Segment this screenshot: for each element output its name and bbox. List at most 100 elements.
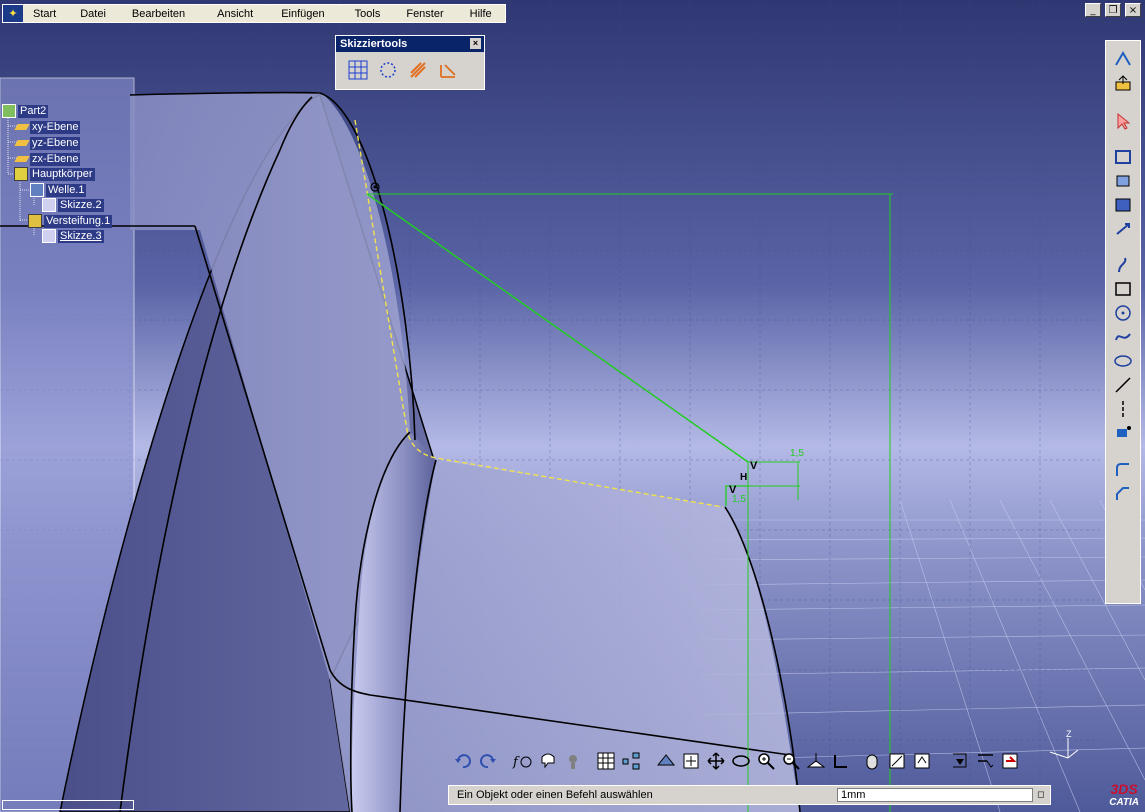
stiffener-icon <box>28 214 42 228</box>
rectangle-icon[interactable] <box>1111 195 1135 215</box>
dimensional-constraint-icon[interactable] <box>436 58 460 82</box>
sketch-icon <box>42 229 56 243</box>
zoom-out-icon[interactable] <box>780 750 802 772</box>
cut-part-icon[interactable] <box>1111 147 1135 167</box>
constraint-label-vertical-2[interactable]: V <box>729 484 736 496</box>
grid-snap-icon[interactable] <box>975 750 997 772</box>
tree-node-welle[interactable]: Welle.1 <box>30 183 87 197</box>
project-3d-icon[interactable] <box>1111 459 1135 479</box>
hide-show-icon[interactable] <box>886 750 908 772</box>
profile-icon[interactable] <box>1111 171 1135 191</box>
construction-icon[interactable] <box>1000 750 1022 772</box>
command-input[interactable] <box>837 788 1033 802</box>
svg-text:f: f <box>512 755 520 770</box>
tree-icon[interactable] <box>620 750 642 772</box>
menu-ansicht[interactable]: Ansicht <box>217 8 253 20</box>
sketch-icon <box>42 198 56 212</box>
minimize-button[interactable]: _ <box>1085 3 1101 17</box>
fit-all-icon[interactable] <box>680 750 702 772</box>
sketch-tools-toolbar[interactable]: Skizziertools × <box>335 35 485 90</box>
geometric-constraint-icon[interactable] <box>406 58 430 82</box>
chamfer-icon[interactable] <box>1111 399 1135 419</box>
tree-node-skizze3[interactable]: Skizze.3 <box>42 229 104 243</box>
tree-node-hauptkoerper[interactable]: Hauptkörper <box>14 167 95 181</box>
table-icon[interactable] <box>595 750 617 772</box>
compass-z-label: Z <box>1066 729 1072 739</box>
tree-node-versteifung[interactable]: Versteifung.1 <box>28 214 113 228</box>
axis-icon[interactable] <box>1111 327 1135 347</box>
corner-icon[interactable] <box>1111 375 1135 395</box>
shading-icon[interactable] <box>861 750 883 772</box>
view-toolbar: f <box>452 746 1032 776</box>
ds-logo-mark: 3DS <box>1110 781 1138 797</box>
menu-tools[interactable]: Tools <box>355 8 381 20</box>
command-input-dropdown-icon[interactable]: ◻ <box>1037 790 1044 800</box>
select-arrow-icon[interactable] <box>1111 111 1135 131</box>
menu-fenster[interactable]: Fenster <box>406 8 443 20</box>
circle-icon[interactable] <box>1111 219 1135 239</box>
menu-hilfe[interactable]: Hilfe <box>470 8 492 20</box>
restore-button[interactable]: ❐ <box>1105 3 1121 17</box>
menu-bearbeiten[interactable]: Bearbeiten <box>132 8 185 20</box>
tree-label: zx-Ebene <box>30 152 81 166</box>
fly-icon[interactable] <box>655 750 677 772</box>
point-icon[interactable] <box>1111 351 1135 371</box>
ellipse-icon[interactable] <box>1111 279 1135 299</box>
body-icon <box>14 167 28 181</box>
menu-datei[interactable]: Datei <box>80 8 106 20</box>
tree-label: yz-Ebene <box>30 136 81 150</box>
grid-icon[interactable] <box>346 58 370 82</box>
spec-icon[interactable] <box>562 750 584 772</box>
line-icon[interactable] <box>1111 303 1135 323</box>
menu-einfuegen[interactable]: Einfügen <box>281 8 324 20</box>
compass-axes[interactable]: Z <box>1040 728 1080 763</box>
tree-node-yz-plane[interactable]: yz-Ebene <box>14 136 81 150</box>
spline-icon[interactable] <box>1111 255 1135 275</box>
tree-label: Part2 <box>18 104 49 118</box>
sketch-view-icon[interactable] <box>950 750 972 772</box>
catia-app-icon[interactable]: ✦ <box>3 5 23 22</box>
status-text: Ein Objekt oder einen Befehl auswählen <box>457 789 653 801</box>
tree-label: Welle.1 <box>46 183 87 197</box>
redo-icon[interactable] <box>477 750 499 772</box>
iso-view-icon[interactable] <box>830 750 852 772</box>
tree-scrollbar[interactable] <box>2 800 134 810</box>
knowledge-icon[interactable] <box>537 750 559 772</box>
constraint-label-vertical-1[interactable]: V <box>750 460 757 472</box>
tree-node-zx-plane[interactable]: zx-Ebene <box>14 152 81 166</box>
trim-icon[interactable] <box>1111 423 1135 443</box>
export-icon[interactable] <box>1111 73 1135 93</box>
catia-logo: 3DS CATIA <box>1109 781 1139 808</box>
pan-icon[interactable] <box>705 750 727 772</box>
tree-node-part2[interactable]: Part2 <box>2 104 49 118</box>
tree-node-skizze2[interactable]: Skizze.2 <box>42 198 104 212</box>
analysis-icon[interactable] <box>1111 483 1135 503</box>
3d-viewport[interactable] <box>0 0 1145 812</box>
plane-icon <box>14 140 30 146</box>
dimension-label-1[interactable]: 1,5 <box>790 448 804 459</box>
tree-label: Skizze.3 <box>58 229 104 243</box>
sketch-tools-title[interactable]: Skizziertools × <box>336 36 484 52</box>
construction-element-icon[interactable] <box>376 58 400 82</box>
status-bar: Ein Objekt oder einen Befehl auswählen ◻ <box>448 785 1051 805</box>
normal-view-icon[interactable] <box>805 750 827 772</box>
plane-icon <box>14 156 30 162</box>
close-button[interactable]: × <box>1125 3 1141 17</box>
undo-icon[interactable] <box>452 750 474 772</box>
tree-label: Versteifung.1 <box>44 214 113 228</box>
zoom-in-icon[interactable] <box>755 750 777 772</box>
sketch-tools-close-button[interactable]: × <box>470 38 481 49</box>
exit-workbench-icon[interactable] <box>1111 49 1135 69</box>
tree-label: Skizze.2 <box>58 198 104 212</box>
swap-icon[interactable] <box>911 750 933 772</box>
tree-node-xy-plane[interactable]: xy-Ebene <box>14 120 81 134</box>
tree-label: Hauptkörper <box>30 167 95 181</box>
formula-icon[interactable]: f <box>512 750 534 772</box>
catia-logo-text: CATIA <box>1109 797 1139 808</box>
menu-bar: ✦ Start Datei Bearbeiten Ansicht Einfüge… <box>2 4 506 23</box>
tree-label: xy-Ebene <box>30 120 81 134</box>
constraint-label-horizontal[interactable]: H <box>740 472 747 483</box>
menu-start[interactable]: Start <box>33 8 56 20</box>
rotate-icon[interactable] <box>730 750 752 772</box>
part-icon <box>2 104 16 118</box>
